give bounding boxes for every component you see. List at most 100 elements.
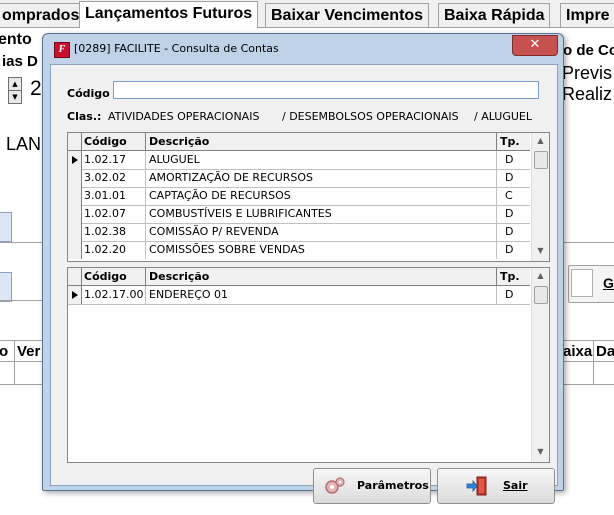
bg-divider-2 [0, 300, 42, 301]
close-icon: ✕ [529, 37, 541, 52]
bg-spin-down-icon[interactable]: ▼ [8, 90, 22, 104]
bg-tool-button[interactable] [0, 212, 12, 242]
table-row[interactable]: 1.02.17 ALUGUEL D [68, 151, 530, 170]
bg-col-vencimento: Ver [17, 343, 41, 360]
cell-tp[interactable]: C [497, 187, 530, 205]
codigo-search-input[interactable] [113, 81, 539, 99]
col-header-tp[interactable]: Tp. [497, 133, 522, 150]
bg-label-lan: LAN [6, 134, 42, 154]
tab-baixar-vencimentos[interactable]: Baixar Vencimentos [265, 3, 430, 27]
cell-tp[interactable]: D [497, 223, 530, 241]
clas-path-level-1: ATIVIDADES OPERACIONAIS [108, 110, 260, 123]
bg-label-2: 2 [30, 77, 42, 100]
current-row-indicator-icon [68, 286, 82, 304]
clas-path-level-2: / DESEMBOLSOS OPERACIONAIS [282, 110, 459, 123]
scroll-up-icon[interactable]: ▲ [532, 133, 549, 149]
cell-tp[interactable]: D [497, 151, 530, 169]
exit-door-icon [466, 476, 487, 496]
bg-g-button-label: G [603, 275, 614, 291]
cell-codigo[interactable]: 3.02.02 [81, 169, 146, 187]
subcontas-grid-header: Código Descrição Tp. [68, 268, 530, 286]
cell-codigo[interactable]: 3.01.01 [81, 187, 146, 205]
col-header-descricao[interactable]: Descrição [146, 133, 497, 150]
background-tab-bar: omprados Lançamentos Futuros Baixar Venc… [0, 0, 614, 28]
row-indicator [68, 241, 82, 259]
bg-g-button[interactable]: G [568, 265, 614, 303]
cell-descricao[interactable]: COMISSÕES SOBRE VENDAS [146, 241, 497, 259]
cell-descricao[interactable]: ENDEREÇO 01 [146, 286, 497, 304]
row-indicator [68, 205, 82, 223]
row-indicator [68, 223, 82, 241]
bg-col-sep [14, 341, 15, 384]
table-row[interactable]: 1.02.38 COMISSÃO P/ REVENDA D [68, 223, 530, 242]
row-indicator [68, 187, 82, 205]
scroll-thumb[interactable] [534, 286, 548, 304]
classification-path: Clas.: ATIVIDADES OPERACIONAIS / DESEMBO… [63, 110, 543, 124]
facilite-app-icon: F [54, 42, 70, 58]
contas-grid-scrollbar[interactable]: ▲ ▼ [531, 133, 549, 261]
bg-label-ento: ento [0, 31, 32, 48]
table-row[interactable]: 1.02.17.001 ENDEREÇO 01 D [68, 286, 530, 305]
cell-codigo[interactable]: 1.02.20 [81, 241, 146, 259]
col-header-tp[interactable]: Tp. [497, 268, 522, 285]
grid-indicator-header [68, 133, 82, 150]
subcontas-grid: Código Descrição Tp. 1.02.17.001 ENDEREÇ… [67, 267, 550, 463]
cell-codigo[interactable]: 1.02.17.001 [81, 286, 146, 304]
col-header-descricao[interactable]: Descrição [146, 268, 497, 285]
contas-grid: Código Descrição Tp. 1.02.17 ALUGUEL D 3… [67, 132, 550, 262]
bg-col-baixa: aixa [563, 343, 593, 360]
bg-tool-button-2[interactable] [0, 272, 12, 302]
clas-label: Clas.: [67, 110, 102, 123]
tab-lancamentos-futuros[interactable]: Lançamentos Futuros [79, 1, 259, 28]
close-button[interactable]: ✕ [512, 35, 558, 56]
parametros-button-label: Parâmetros [357, 479, 429, 492]
tab-baixa-rapida[interactable]: Baixa Rápida [438, 3, 551, 27]
dialog-titlebar[interactable]: F [0289] FACILITE - Consulta de Contas ✕ [43, 34, 563, 62]
col-header-codigo[interactable]: Código [81, 133, 146, 150]
bg-divider-3 [562, 242, 614, 243]
bg-label-realizado: Realiz [562, 84, 613, 104]
current-row-indicator-icon [68, 151, 82, 169]
bg-label-dias: ias D [2, 53, 38, 70]
cell-codigo[interactable]: 1.02.07 [81, 205, 146, 223]
bg-col-sep-2 [593, 341, 594, 384]
col-header-codigo[interactable]: Código [81, 268, 146, 285]
cell-tp[interactable]: D [497, 241, 530, 259]
dialog-client-area: Código Clas.: ATIVIDADES OPERACIONAIS / … [50, 64, 558, 504]
clas-path-level-3: / ALUGUEL [474, 110, 533, 123]
scroll-down-icon[interactable]: ▼ [532, 243, 549, 259]
row-indicator [68, 169, 82, 187]
cell-tp[interactable]: D [497, 286, 530, 304]
cell-codigo[interactable]: 1.02.17 [81, 151, 146, 169]
table-row[interactable]: 3.02.02 AMORTIZAÇÃO DE RECURSOS D [68, 169, 530, 188]
sair-button[interactable]: Sair [437, 468, 555, 504]
cell-descricao[interactable]: AMORTIZAÇÃO DE RECURSOS [146, 169, 497, 187]
bg-divider [0, 242, 42, 243]
cell-descricao[interactable]: ALUGUEL [146, 151, 497, 169]
bg-label-prazo: o de Co [563, 42, 614, 59]
tab-impressao[interactable]: Impre [560, 3, 614, 27]
table-row[interactable]: 1.02.20 COMISSÕES SOBRE VENDAS D [68, 241, 530, 259]
bg-spin-up-icon[interactable]: ▲ [8, 77, 22, 91]
scroll-up-icon[interactable]: ▲ [532, 268, 549, 284]
bg-label-previsto: Previs [562, 63, 613, 83]
table-row[interactable]: 1.02.07 COMBUSTÍVEIS E LUBRIFICANTES D [68, 205, 530, 224]
cell-tp[interactable]: D [497, 205, 530, 223]
tab-comprados[interactable]: omprados [0, 3, 86, 27]
codigo-label: Código [67, 87, 110, 100]
parametros-button[interactable]: Parâmetros [313, 468, 431, 504]
cell-descricao[interactable]: COMISSÃO P/ REVENDA [146, 223, 497, 241]
cell-tp[interactable]: D [497, 169, 530, 187]
scroll-down-icon[interactable]: ▼ [532, 444, 549, 460]
bg-col-data: Da [596, 343, 614, 360]
subcontas-grid-scrollbar[interactable]: ▲ ▼ [531, 268, 549, 462]
cell-descricao[interactable]: COMBUSTÍVEIS E LUBRIFICANTES [146, 205, 497, 223]
consulta-contas-dialog: F [0289] FACILITE - Consulta de Contas ✕… [42, 33, 564, 504]
dialog-title: [0289] FACILITE - Consulta de Contas [74, 42, 279, 55]
gears-icon [325, 477, 345, 494]
table-row[interactable]: 3.01.01 CAPTAÇÃO DE RECURSOS C [68, 187, 530, 206]
cell-codigo[interactable]: 1.02.38 [81, 223, 146, 241]
grid-indicator-header [68, 268, 82, 285]
cell-descricao[interactable]: CAPTAÇÃO DE RECURSOS [146, 187, 497, 205]
scroll-thumb[interactable] [534, 151, 548, 169]
